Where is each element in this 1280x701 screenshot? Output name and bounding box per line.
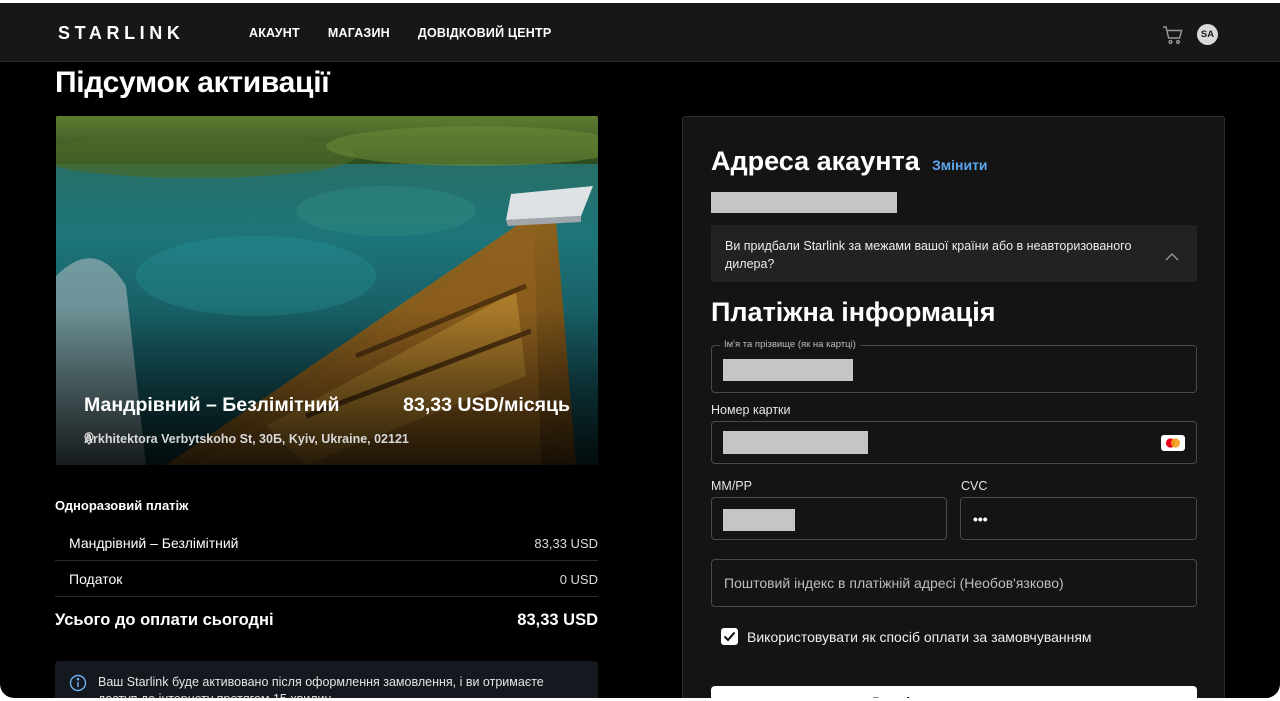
redacted-name bbox=[723, 359, 853, 381]
top-nav-bar: STARLINK АКАУНТ МАГАЗИН ДОВІДКОВИЙ ЦЕНТР… bbox=[0, 3, 1280, 62]
service-address: Arkhitektora Verbytskoho St, 30Б, Kyiv, … bbox=[84, 432, 416, 446]
redacted-card-number bbox=[723, 431, 868, 454]
line-item-value: 0 USD bbox=[559, 572, 598, 587]
app-window: STARLINK АКАУНТ МАГАЗИН ДОВІДКОВИЙ ЦЕНТР… bbox=[0, 3, 1280, 698]
billing-zip-field[interactable]: Поштовий індекс в платіжній адресі (Необ… bbox=[711, 559, 1197, 607]
plan-price: 83,33 USD/місяць bbox=[403, 394, 570, 416]
checkmark-icon bbox=[723, 631, 736, 642]
line-item-value: 83,33 USD bbox=[534, 536, 598, 551]
default-payment-checkbox-row[interactable]: Використовувати як спосіб оплати за замо… bbox=[721, 628, 1092, 645]
main-nav: АКАУНТ МАГАЗИН ДОВІДКОВИЙ ЦЕНТР bbox=[249, 26, 551, 40]
nav-item-help-center[interactable]: ДОВІДКОВИЙ ЦЕНТР bbox=[418, 26, 552, 40]
line-item-label: Податок bbox=[69, 571, 123, 587]
cvc-field[interactable]: ••• bbox=[960, 497, 1197, 540]
card-number-field[interactable] bbox=[711, 421, 1197, 464]
cardholder-name-field[interactable]: Ім'я та прізвище (як на картці) bbox=[711, 339, 1197, 393]
default-payment-label: Використовувати як спосіб оплати за замо… bbox=[747, 628, 1092, 645]
expiry-field[interactable] bbox=[711, 497, 947, 540]
line-item-plan: Мандрівний – Безлімітний 83,33 USD bbox=[55, 525, 598, 561]
one-time-payment-label: Одноразовий платіж bbox=[55, 498, 189, 513]
accordion-text: Ви придбали Starlink за межами вашої кра… bbox=[725, 239, 1132, 271]
total-label: Усього до оплати сьогодні bbox=[55, 611, 274, 629]
cvc-label: CVC bbox=[961, 479, 988, 493]
nav-item-account[interactable]: АКАУНТ bbox=[249, 26, 300, 40]
line-item-tax: Податок 0 USD bbox=[55, 561, 598, 597]
checkout-panel: Адреса акаунта Змінити Ви придбали Starl… bbox=[682, 116, 1225, 698]
starlink-logo[interactable]: STARLINK bbox=[58, 23, 184, 44]
card-number-label: Номер картки bbox=[711, 403, 791, 417]
cart-icon[interactable] bbox=[1162, 24, 1184, 46]
place-order-button[interactable]: Розмістити замовлення bbox=[711, 686, 1197, 698]
account-address-title: Адреса акаунта bbox=[711, 146, 920, 176]
billing-zip-placeholder: Поштовий індекс в платіжній адресі (Необ… bbox=[724, 575, 1064, 591]
mastercard-icon bbox=[1161, 435, 1185, 451]
unauthorized-dealer-accordion[interactable]: Ви придбали Starlink за межами вашої кра… bbox=[711, 225, 1197, 282]
payment-info-title: Платіжна інформація bbox=[711, 297, 996, 327]
change-address-link[interactable]: Змінити bbox=[932, 157, 988, 173]
activation-info-text: Ваш Starlink буде активовано після оформ… bbox=[98, 675, 544, 698]
nav-item-shop[interactable]: МАГАЗИН bbox=[328, 26, 390, 40]
total-value: 83,33 USD bbox=[517, 611, 598, 629]
redacted-expiry bbox=[723, 509, 795, 531]
line-item-label: Мандрівний – Безлімітний bbox=[69, 535, 239, 551]
expiry-label: ММ/РР bbox=[711, 479, 752, 493]
user-avatar[interactable]: SA bbox=[1197, 24, 1218, 45]
redacted-address bbox=[711, 192, 897, 213]
activation-info-banner: Ваш Starlink буде активовано після оформ… bbox=[55, 661, 598, 698]
plan-name: Мандрівний – Безлімітний bbox=[84, 394, 340, 416]
chevron-up-icon[interactable] bbox=[1165, 248, 1179, 266]
page-title: Підсумок активації bbox=[55, 66, 330, 99]
plan-hero-card: Мандрівний – Безлімітний 83,33 USD/місяц… bbox=[56, 116, 598, 465]
cvc-value: ••• bbox=[973, 511, 988, 527]
service-address-text: Arkhitektora Verbytskoho St, 30Б, Kyiv, … bbox=[84, 432, 409, 446]
cardholder-name-label: Ім'я та прізвище (як на картці) bbox=[720, 339, 860, 350]
info-icon bbox=[69, 674, 87, 697]
default-payment-checkbox[interactable] bbox=[721, 628, 738, 645]
